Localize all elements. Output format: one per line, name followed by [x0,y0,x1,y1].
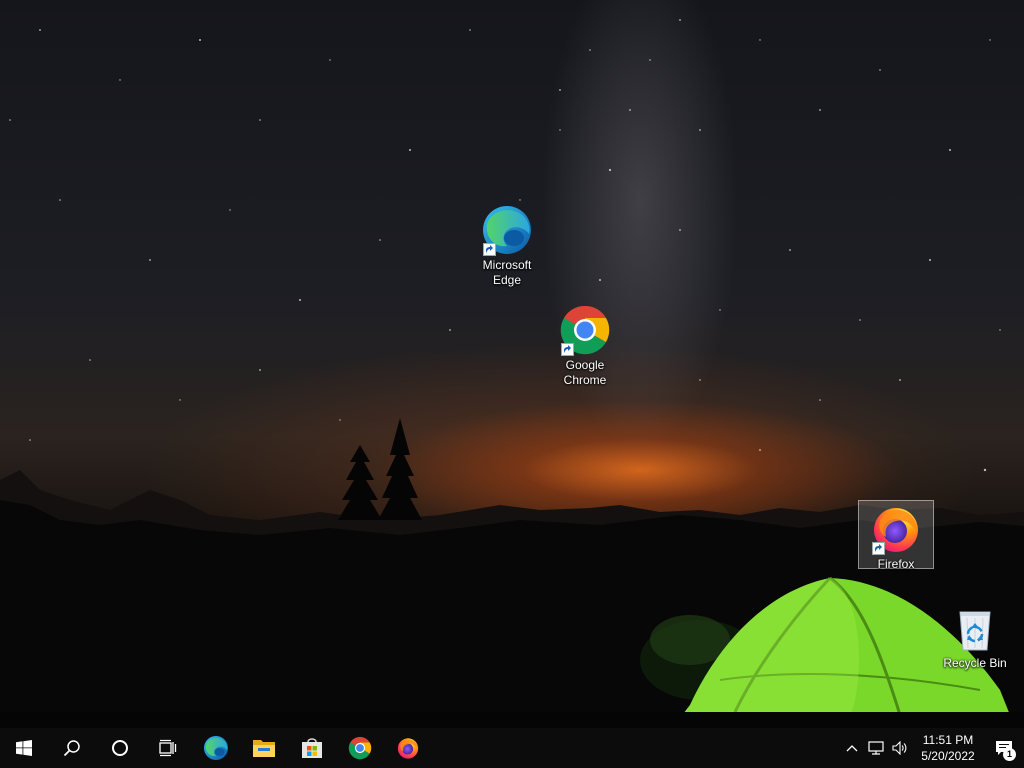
clock-date: 5/20/2022 [921,749,975,763]
search-icon [63,740,80,757]
taskbar: 11:51 PM 5/20/2022 1 [0,728,1024,768]
desktop-icon-recycle-bin[interactable]: Recycle Bin [937,600,1013,674]
volume-button[interactable] [888,728,912,768]
taskbar-chrome[interactable] [336,728,384,768]
edge-icon [204,736,228,760]
desktop-icon-firefox[interactable]: Firefox [858,500,934,571]
system-tray: 11:51 PM 5/20/2022 1 [840,728,1024,768]
show-hidden-icons-button[interactable] [840,728,864,768]
clock-time: 11:51 PM [922,733,974,747]
task-view-icon [159,739,177,757]
firefox-icon [397,738,419,759]
desktop-wallpaper [0,0,1024,728]
chevron-up-icon [846,745,858,752]
task-view-button[interactable] [144,728,192,768]
cortana-button[interactable] [96,728,144,768]
network-icon [868,741,884,755]
taskbar-edge[interactable] [192,728,240,768]
chrome-icon [348,736,372,760]
windows-logo-icon [16,740,32,756]
desktop-icon-google-chrome[interactable]: Google Chrome [547,302,623,391]
shortcut-arrow-icon [872,542,885,555]
shortcut-arrow-icon [483,243,496,256]
recycle-bin-icon [959,611,991,651]
action-center-button[interactable]: 1 [984,728,1024,768]
microsoft-store-icon [302,738,322,758]
file-explorer-icon [253,740,275,757]
start-button[interactable] [0,728,48,768]
desktop-icon-label: Firefox [877,557,915,571]
shortcut-arrow-icon [561,343,574,356]
desktop-icon-label: Google Chrome [563,358,607,387]
cortana-icon [112,740,128,756]
landscape-silhouette [0,418,1024,728]
desktop-icon-label: Microsoft Edge [482,258,532,287]
taskbar-file-explorer[interactable] [240,728,288,768]
notification-count-badge: 1 [1003,748,1016,761]
search-button[interactable] [48,728,96,768]
network-button[interactable] [864,728,888,768]
desktop-icon-label: Recycle Bin [943,656,1007,670]
desktop-icon-microsoft-edge[interactable]: Microsoft Edge [469,202,545,291]
volume-icon [892,741,907,755]
taskbar-firefox[interactable] [384,728,432,768]
taskbar-microsoft-store[interactable] [288,728,336,768]
clock[interactable]: 11:51 PM 5/20/2022 [912,728,984,768]
